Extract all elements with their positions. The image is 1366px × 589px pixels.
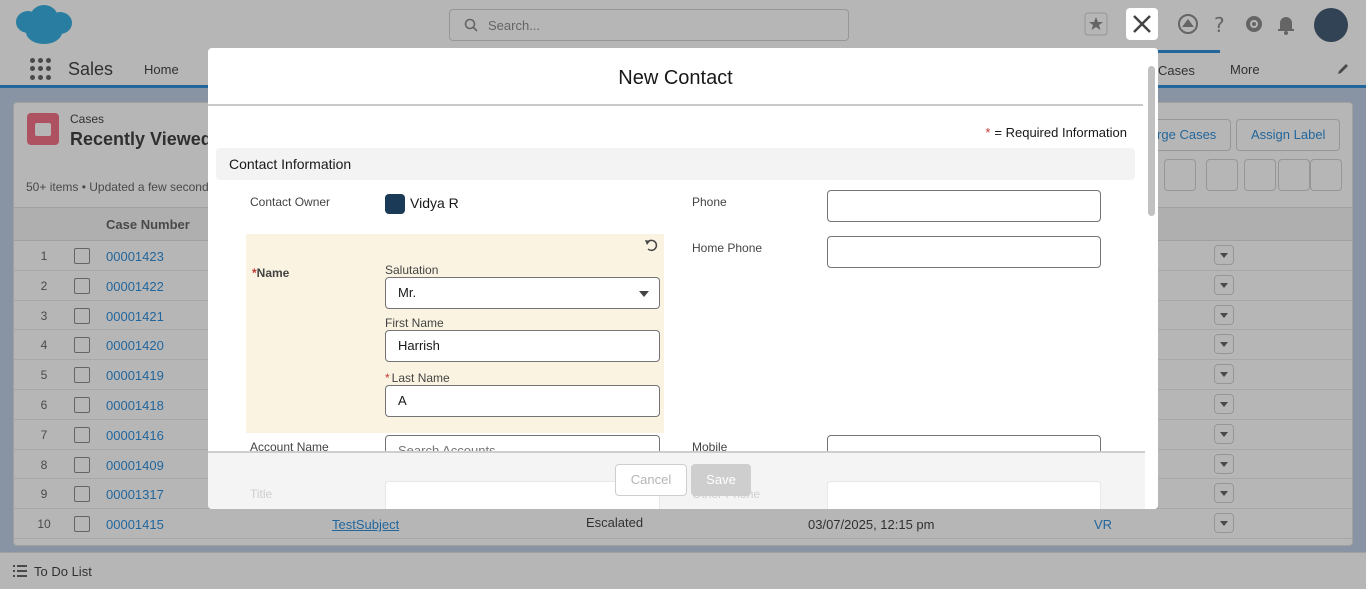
name-label: *Name [252, 266, 289, 280]
undo-icon[interactable] [644, 238, 658, 252]
salutation-value: Mr. [398, 285, 417, 300]
scrollbar-thumb[interactable] [1148, 66, 1155, 216]
save-button[interactable]: Save [691, 464, 751, 496]
modal-title: New Contact [208, 48, 1143, 106]
first-name-value: Harrish [398, 338, 440, 353]
close-icon [1133, 15, 1151, 33]
required-star: * [985, 125, 991, 140]
title-label: Title [250, 487, 273, 501]
required-info-note: * = Required Information [985, 125, 1127, 140]
chevron-down-icon [639, 291, 649, 297]
last-name-input[interactable]: A [385, 385, 660, 417]
first-name-input[interactable]: Harrish [385, 330, 660, 362]
home-phone-input[interactable] [827, 236, 1101, 268]
other-phone-input[interactable] [827, 481, 1101, 509]
account-name-label: Account Name [250, 440, 329, 451]
close-modal-button[interactable] [1126, 8, 1158, 40]
modal-body: * = Required Information Contact Informat… [208, 106, 1143, 451]
name-label-text: Name [256, 266, 290, 280]
last-name-value: A [398, 393, 407, 408]
salutation-label: Salutation [385, 263, 439, 277]
section-contact-information[interactable]: Contact Information [216, 148, 1135, 180]
last-name-required-star: * [385, 371, 390, 385]
modal-footer: Title Other Phone Cancel Save [208, 451, 1158, 509]
user-avatar-icon [385, 194, 405, 214]
mobile-input[interactable] [827, 435, 1101, 451]
contact-owner-value: Vidya R [410, 195, 459, 211]
required-note-text: = Required Information [994, 125, 1127, 140]
name-compound-field: *Name Salutation Mr. First Name Harrish … [246, 234, 664, 433]
last-name-label-text: Last Name [391, 371, 450, 385]
last-name-label: * Last Name [385, 371, 450, 385]
phone-label: Phone [692, 195, 727, 209]
new-contact-modal: New Contact * = Required Information Cont… [208, 48, 1158, 509]
first-name-label: First Name [385, 316, 444, 330]
contact-owner-label: Contact Owner [250, 195, 331, 209]
salutation-select[interactable]: Mr. [385, 277, 660, 309]
mobile-label: Mobile [692, 440, 728, 451]
phone-input[interactable] [827, 190, 1101, 222]
cancel-button[interactable]: Cancel [615, 464, 687, 496]
home-phone-label: Home Phone [692, 241, 763, 255]
account-placeholder: Search Accounts... [398, 443, 507, 451]
account-search-input[interactable]: Search Accounts... [385, 435, 660, 451]
modal-scrollbar[interactable] [1145, 48, 1158, 509]
